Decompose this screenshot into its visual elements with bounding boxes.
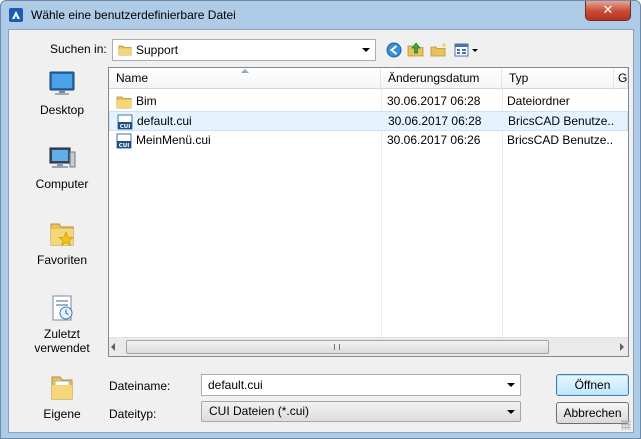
- computer-icon: [49, 147, 76, 168]
- place-desktop[interactable]: Desktop: [18, 68, 106, 117]
- grip-icon: [334, 344, 340, 350]
- file-date: 30.06.2017 06:26: [387, 133, 481, 147]
- desktop-icon: [49, 71, 75, 95]
- column-type-label: Typ: [509, 71, 529, 85]
- svg-text:CUI: CUI: [119, 143, 130, 149]
- dialog-client: Suchen in: Support Desktop Computer Favo…: [8, 29, 634, 433]
- places-bar: Desktop Computer Favoriten Zuletzt verwe…: [18, 68, 106, 432]
- scrollbar-thumb[interactable]: [126, 340, 549, 354]
- folder-icon: [116, 96, 132, 109]
- chevron-down-icon[interactable]: [507, 410, 515, 414]
- documents-icon: [51, 376, 73, 400]
- lookin-label: Suchen in:: [50, 42, 107, 56]
- place-desktop-label: Desktop: [39, 103, 85, 117]
- cancel-button[interactable]: Abbrechen: [556, 402, 629, 424]
- scroll-right-icon[interactable]: [620, 343, 624, 351]
- filename-value: default.cui: [208, 378, 263, 392]
- chevron-down-icon[interactable]: [362, 48, 370, 52]
- column-size-label: G: [618, 71, 628, 85]
- favorites-icon: [50, 223, 74, 247]
- file-type: BricsCAD Benutze...: [508, 114, 614, 128]
- file-date: 30.06.2017 06:28: [388, 114, 482, 128]
- title-bar[interactable]: Wähle eine benutzerdefinierbare Datei ✕: [1, 1, 640, 28]
- filename-input[interactable]: default.cui: [201, 374, 521, 396]
- filetype-dropdown[interactable]: CUI Dateien (*.cui): [201, 401, 521, 422]
- place-documents-label: Eigene: [43, 407, 81, 421]
- column-header-type[interactable]: Typ: [502, 68, 614, 89]
- table-row-selected[interactable]: CUI default.cui 30.06.2017 06:28 BricsCA…: [109, 111, 628, 131]
- chevron-down-icon[interactable]: [507, 383, 515, 387]
- filetype-label: Dateityp:: [109, 407, 157, 421]
- lookin-value: Support: [136, 43, 179, 57]
- filetype-value: CUI Dateien (*.cui): [209, 404, 310, 418]
- up-folder-icon[interactable]: [406, 40, 426, 60]
- place-favorites-label: Favoriten: [36, 253, 88, 267]
- back-icon[interactable]: [384, 40, 404, 60]
- file-type: BricsCAD Benutze...: [507, 133, 613, 147]
- new-folder-icon[interactable]: [429, 40, 449, 60]
- scroll-left-icon[interactable]: [111, 343, 115, 351]
- resize-grip-icon[interactable]: [621, 420, 631, 430]
- svg-text:CUI: CUI: [120, 124, 131, 130]
- place-documents[interactable]: Eigene: [18, 372, 106, 421]
- place-recent-label: Zuletzt verwendet: [34, 327, 90, 355]
- table-row[interactable]: CUI MeinMenü.cui 30.06.2017 06:26 BricsC…: [109, 131, 628, 151]
- open-button[interactable]: Öffnen: [556, 374, 629, 396]
- column-name-label: Name: [116, 71, 149, 85]
- place-computer-label: Computer: [35, 177, 89, 191]
- file-type: Dateiordner: [507, 94, 570, 108]
- file-name: default.cui: [137, 114, 192, 128]
- close-icon: ✕: [602, 2, 614, 17]
- close-button[interactable]: ✕: [585, 1, 631, 21]
- column-header-row: Name Änderungsdatum Typ G: [109, 68, 628, 89]
- filename-label: Dateiname:: [109, 379, 171, 393]
- file-dialog-window: Wähle eine benutzerdefinierbare Datei ✕ …: [0, 0, 641, 439]
- sort-ascending-icon: [241, 69, 249, 73]
- file-name: MeinMenü.cui: [136, 133, 211, 147]
- bricscad-icon: [9, 8, 23, 22]
- file-name: Bim: [136, 94, 157, 108]
- lookin-dropdown[interactable]: Support: [112, 39, 376, 61]
- place-recent[interactable]: Zuletzt verwendet: [18, 292, 106, 355]
- place-favorites[interactable]: Favoriten: [18, 218, 106, 267]
- recent-icon: [52, 295, 73, 321]
- folder-icon: [118, 45, 132, 56]
- file-date: 30.06.2017 06:28: [387, 94, 481, 108]
- place-computer[interactable]: Computer: [18, 142, 106, 191]
- column-date-label: Änderungsdatum: [388, 71, 480, 85]
- column-header-date[interactable]: Änderungsdatum: [381, 68, 502, 89]
- window-title: Wähle eine benutzerdefinierbare Datei: [31, 8, 236, 22]
- horizontal-scrollbar[interactable]: [109, 337, 628, 356]
- cui-file-icon: CUI: [117, 114, 133, 130]
- view-menu-icon[interactable]: [453, 40, 483, 60]
- table-row[interactable]: Bim 30.06.2017 06:28 Dateiordner: [109, 92, 628, 112]
- file-list[interactable]: Name Änderungsdatum Typ G Bim 30.06.2017…: [108, 67, 629, 357]
- column-header-size[interactable]: G: [614, 68, 628, 89]
- cui-file-icon: CUI: [116, 133, 132, 149]
